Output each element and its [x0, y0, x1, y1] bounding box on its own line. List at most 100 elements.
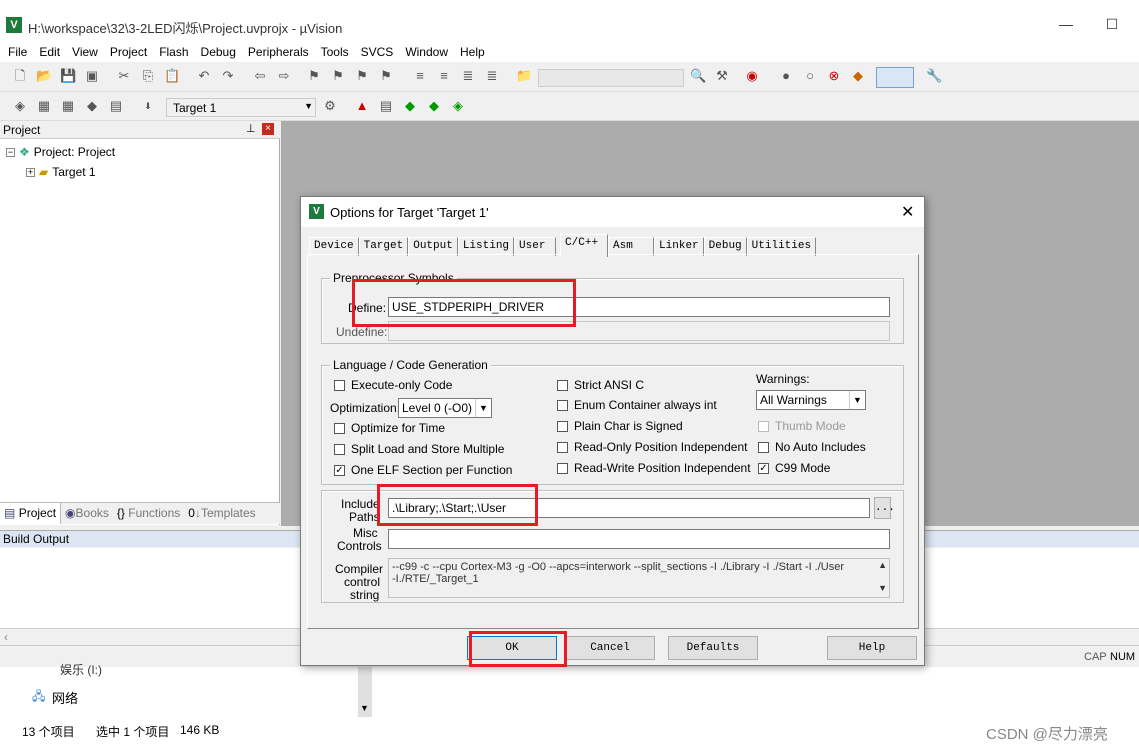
enum-container-checkbox[interactable]: Enum Container always int [557, 398, 717, 412]
disable-breakpoint-icon[interactable]: ○ [802, 68, 818, 84]
expand-icon[interactable]: + [26, 167, 35, 177]
file-extensions-icon[interactable]: ▤ [378, 98, 394, 114]
scroll-left-icon[interactable]: ‹ [4, 630, 8, 644]
rebuild-icon[interactable]: ▦ [60, 98, 76, 114]
tab-project[interactable]: ▤ Project [0, 503, 62, 524]
title-bar: V H:\workspace\32\3-2LED闪烁\Project.uvpro… [0, 0, 1139, 42]
next-bookmark-icon[interactable]: ⚑ [354, 68, 370, 84]
translate-icon[interactable]: ◈ [12, 98, 28, 114]
stop-build-icon[interactable]: ▤ [108, 98, 124, 114]
ro-pos-checkbox[interactable]: Read-Only Position Independent [557, 440, 747, 454]
dialog-close-button[interactable]: ✕ [901, 202, 914, 222]
paste-icon[interactable]: 📋 [164, 68, 180, 84]
indent-icon[interactable]: ≡ [412, 68, 428, 84]
pin-icon[interactable]: ⊥ [246, 122, 256, 135]
warnings-select[interactable]: All Warnings ▼ [756, 390, 866, 410]
incremental-find-icon[interactable]: ⚒ [714, 68, 730, 84]
kill-breakpoints-icon[interactable]: ⊗ [826, 68, 842, 84]
defaults-button[interactable]: Defaults [668, 636, 758, 660]
misc-controls-input[interactable] [388, 529, 890, 549]
optimize-time-checkbox[interactable]: Optimize for Time [334, 421, 445, 435]
scroll-down-icon[interactable]: ▼ [360, 703, 369, 713]
menu-help[interactable]: Help [460, 42, 485, 62]
menu-svcs[interactable]: SVCS [361, 42, 394, 62]
build-icon[interactable]: ▦ [36, 98, 52, 114]
check-icon: ✓ [334, 464, 345, 476]
menu-window[interactable]: Window [405, 42, 448, 62]
rw-pos-checkbox[interactable]: Read-Write Position Independent [557, 461, 751, 475]
prev-bookmark-icon[interactable]: ⚑ [330, 68, 346, 84]
tree-item-target[interactable]: + ▰ Target 1 [26, 165, 96, 179]
back-icon[interactable]: ⇦ [252, 68, 268, 84]
maximize-button[interactable]: ☐ [1102, 14, 1122, 34]
select-packs-icon[interactable]: ◆ [426, 98, 442, 114]
project-panel-tabs: ▤ Project ◉Books {} Functions 0↓Template… [0, 502, 280, 524]
scroll-down-icon[interactable]: ▼ [878, 583, 887, 593]
batch-build-icon[interactable]: ◆ [84, 98, 100, 114]
execute-only-checkbox[interactable]: Execute-only Code [334, 378, 452, 392]
help-button[interactable]: Help [827, 636, 917, 660]
disable-all-breakpoints-icon[interactable]: ◆ [850, 68, 866, 84]
one-elf-checkbox[interactable]: ✓ One ELF Section per Function [334, 463, 512, 477]
copy-icon[interactable]: ⎘ [140, 68, 156, 84]
new-file-icon[interactable]: 🗋 [12, 68, 28, 84]
debug-session-icon[interactable]: ◉ [744, 68, 760, 84]
optimization-select[interactable]: Level 0 (-O0) ▼ [398, 398, 492, 418]
open-file-icon[interactable]: 📂 [36, 68, 52, 84]
breakpoint-icon[interactable]: ● [778, 68, 794, 84]
plain-char-checkbox[interactable]: Plain Char is Signed [557, 419, 683, 433]
target-select[interactable]: Target 1 ▼ [166, 98, 316, 117]
options-dialog: V Options for Target 'Target 1' ✕ Device… [300, 196, 925, 666]
tab-c-cpp[interactable]: C/C++ [560, 234, 609, 257]
undo-icon[interactable]: ↶ [196, 68, 212, 84]
manage-packs-icon[interactable]: ◆ [402, 98, 418, 114]
load-icon[interactable]: ⬇ [140, 98, 156, 114]
menu-peripherals[interactable]: Peripherals [248, 42, 309, 62]
save-all-icon[interactable]: ▣ [84, 68, 100, 84]
scroll-up-icon[interactable]: ▲ [878, 560, 887, 570]
find-combo[interactable] [538, 69, 684, 87]
network-label[interactable]: 网络 [52, 688, 78, 707]
tree-item-project[interactable]: − ❖ Project: Project [6, 145, 115, 159]
window-layout-dropdown[interactable] [876, 67, 914, 88]
tab-templates[interactable]: 0↓Templates [184, 503, 259, 524]
folder-icon: ▰ [39, 165, 49, 179]
no-auto-includes-checkbox[interactable]: No Auto Includes [758, 440, 866, 454]
menu-tools[interactable]: Tools [321, 42, 349, 62]
options-for-target-icon[interactable]: ⚙ [322, 98, 338, 114]
find-in-files-icon[interactable]: 📁 [516, 68, 532, 84]
cancel-button[interactable]: Cancel [565, 636, 655, 660]
menu-flash[interactable]: Flash [159, 42, 188, 62]
save-icon[interactable]: 💾 [60, 68, 76, 84]
menu-project[interactable]: Project [110, 42, 147, 62]
strict-ansi-checkbox[interactable]: Strict ANSI C [557, 378, 644, 392]
comment-icon[interactable]: ≣ [460, 68, 476, 84]
split-load-checkbox[interactable]: Split Load and Store Multiple [334, 442, 504, 456]
redo-icon[interactable]: ↷ [220, 68, 236, 84]
menu-edit[interactable]: Edit [39, 42, 60, 62]
tab-functions[interactable]: {} Functions [113, 503, 184, 524]
menu-debug[interactable]: Debug [201, 42, 236, 62]
manage-components-icon[interactable]: ▲ [354, 98, 370, 114]
cut-icon[interactable]: ✂ [116, 68, 132, 84]
dialog-tabs: Device Target Output Listing User C/C++ … [309, 234, 817, 257]
menu-file[interactable]: File [8, 42, 27, 62]
close-panel-icon[interactable]: × [262, 123, 274, 135]
compiler-string-box[interactable]: --c99 -c --cpu Cortex-M3 -g -O0 --apcs=i… [388, 558, 890, 598]
rte-icon[interactable]: ◈ [450, 98, 466, 114]
collapse-icon[interactable]: − [6, 147, 15, 157]
menu-view[interactable]: View [72, 42, 98, 62]
menu-bar: File Edit View Project Flash Debug Perip… [0, 42, 1139, 62]
forward-icon[interactable]: ⇨ [276, 68, 292, 84]
configure-icon[interactable]: 🔧 [926, 68, 942, 84]
optimization-label: Optimization: [330, 401, 401, 415]
tab-books[interactable]: ◉Books [61, 503, 113, 524]
c99-mode-checkbox[interactable]: ✓ C99 Mode [758, 461, 830, 475]
clear-bookmarks-icon[interactable]: ⚑ [378, 68, 394, 84]
unindent-icon[interactable]: ≡ [436, 68, 452, 84]
minimize-button[interactable]: — [1056, 14, 1076, 34]
uncomment-icon[interactable]: ≣ [484, 68, 500, 84]
find-icon[interactable]: 🔍 [690, 68, 706, 84]
bookmark-icon[interactable]: ⚑ [306, 68, 322, 84]
include-browse-button[interactable]: ... [874, 497, 895, 519]
